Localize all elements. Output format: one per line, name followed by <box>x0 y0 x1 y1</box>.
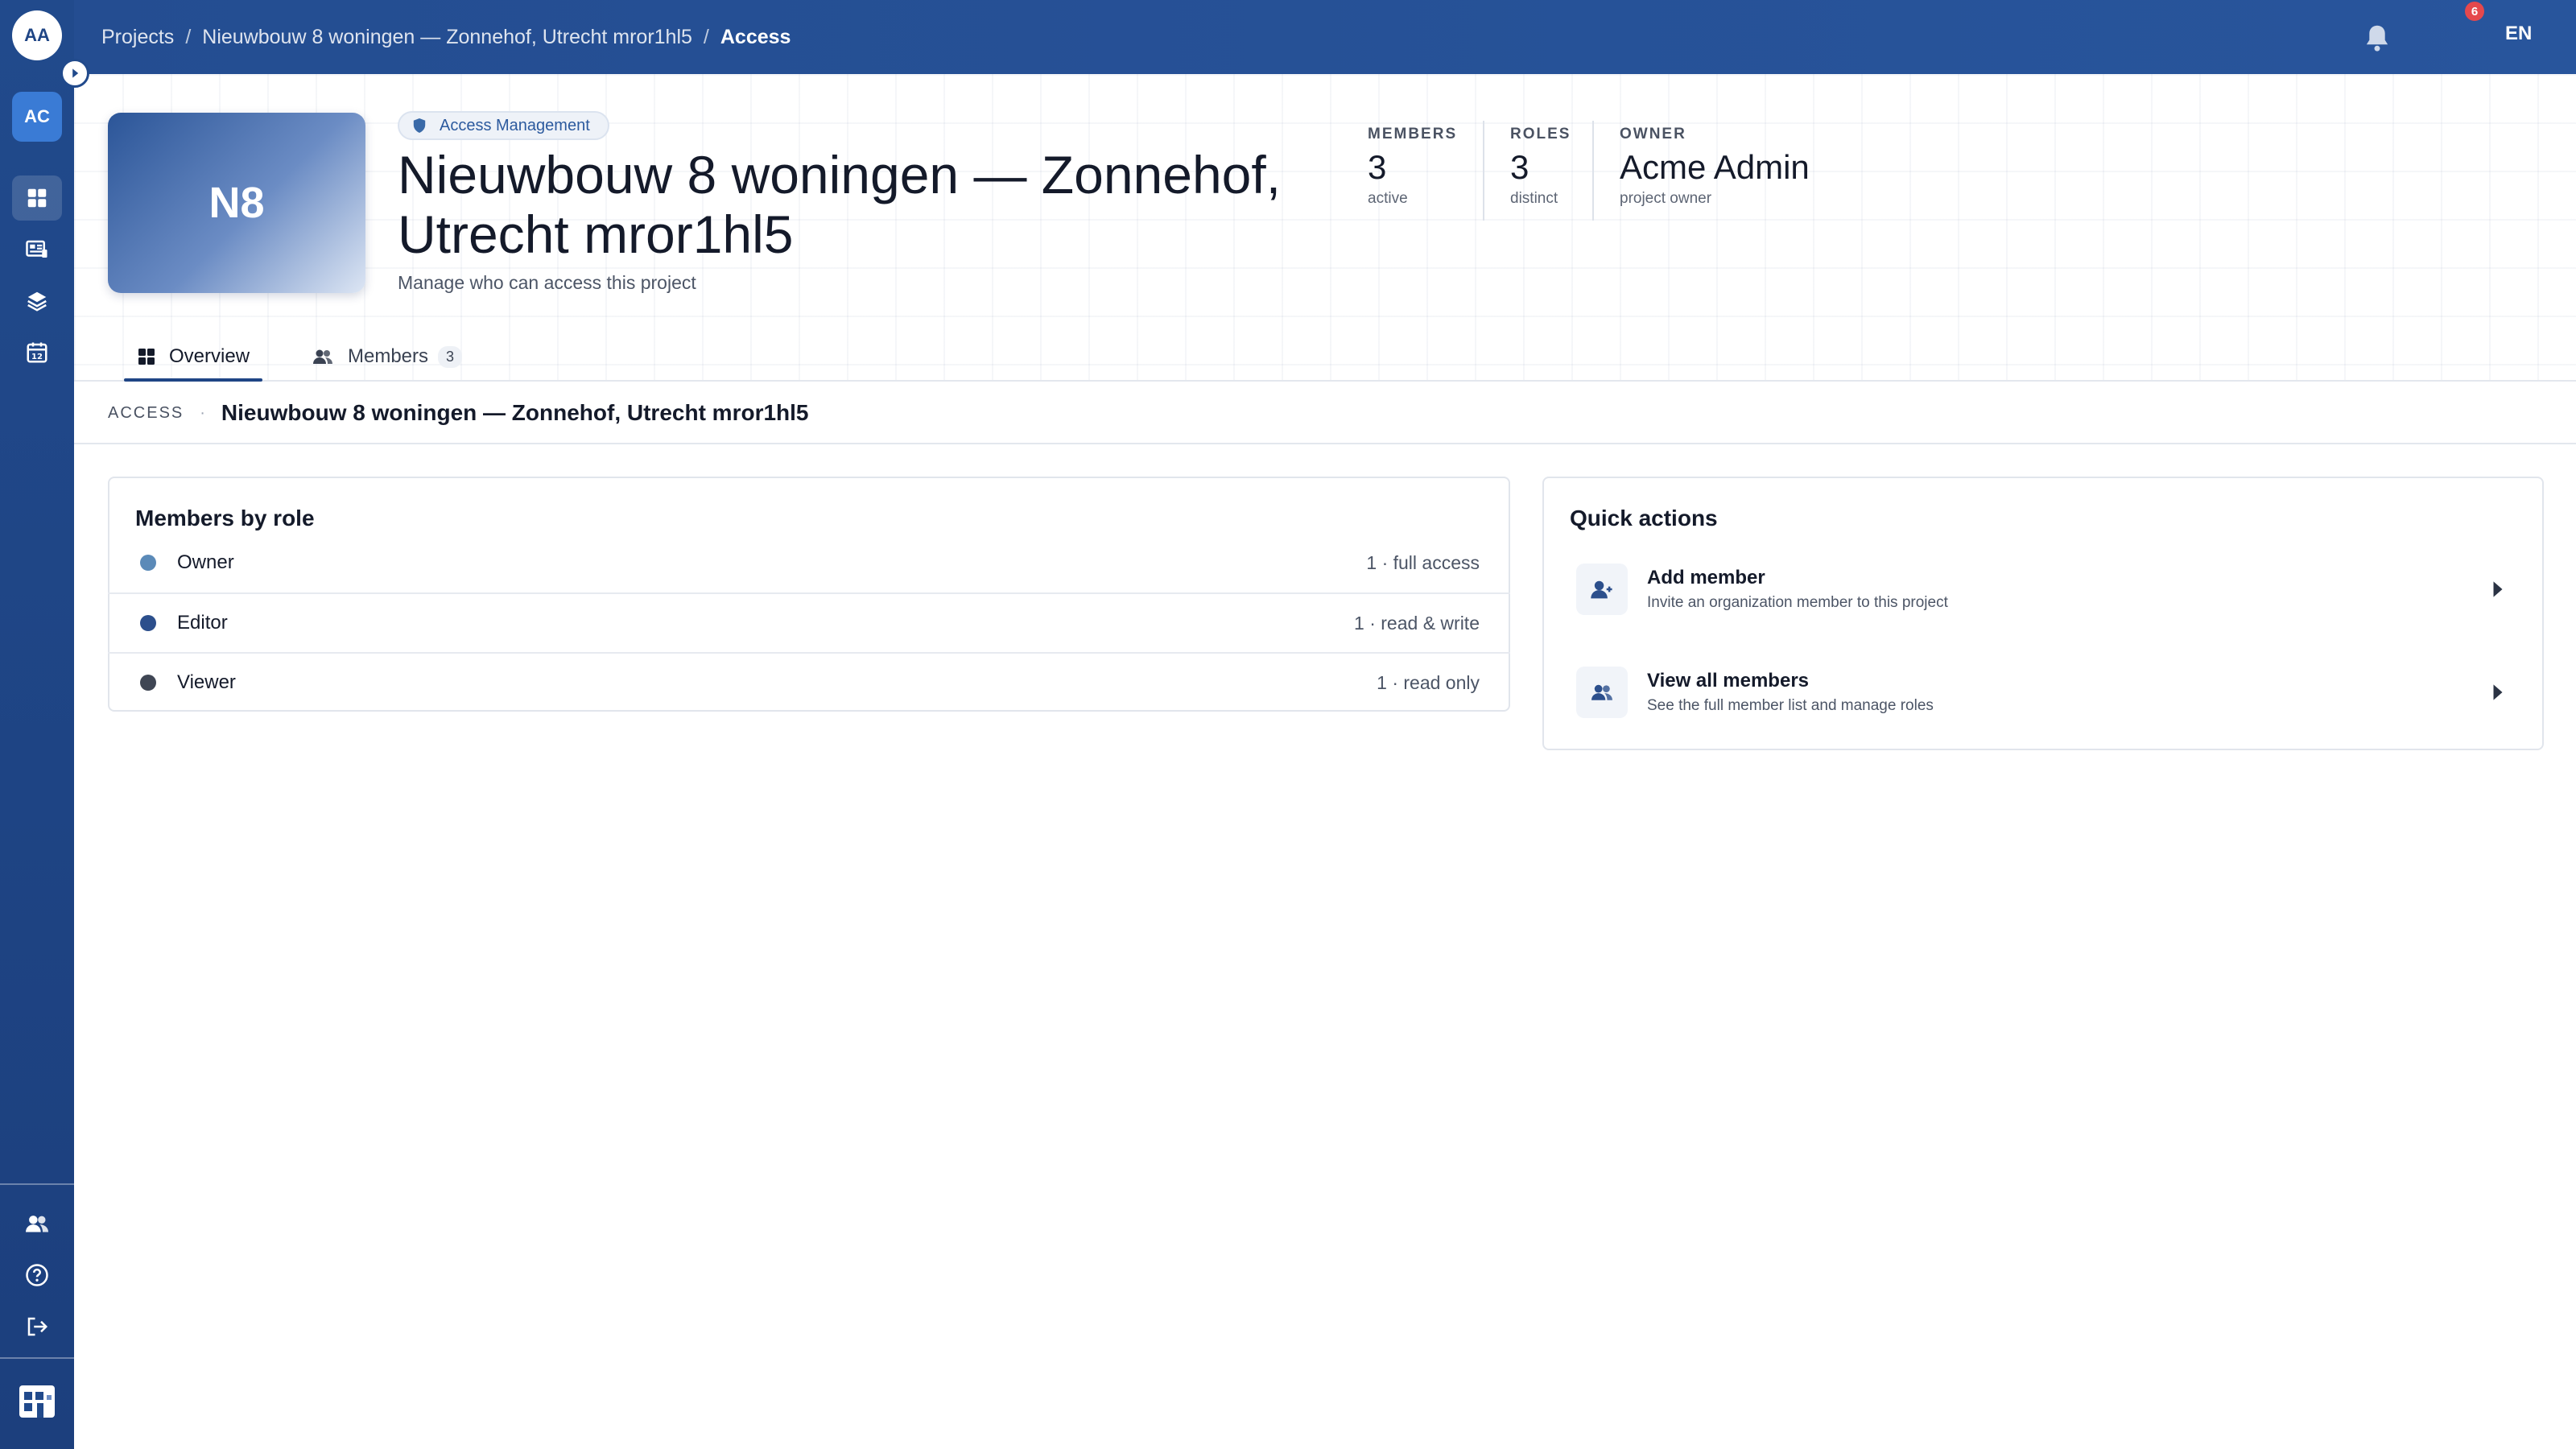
add-user-icon-wrap <box>1576 564 1628 615</box>
stat-sub: project owner <box>1620 190 1712 207</box>
chevron-right-icon <box>2486 577 2510 601</box>
page-title: Nieuwbouw 8 woningen — Zonnehof, Utrecht… <box>398 145 1282 264</box>
stat-value: 3 <box>1368 148 1387 186</box>
bell-icon <box>2366 25 2388 52</box>
logout-icon <box>27 1317 48 1336</box>
role-name: Editor <box>177 612 228 634</box>
stat-owner: OWNER Acme Admin project owner <box>1620 126 1810 208</box>
role-detail: 1 · read & write <box>1354 612 1480 634</box>
users-icon <box>1591 684 1612 700</box>
role-color-dot <box>140 675 156 691</box>
active-tab-indicator <box>124 378 262 382</box>
breadcrumb-separator: / <box>185 25 192 48</box>
stat-sub: active <box>1368 190 1408 207</box>
role-row-viewer: Viewer 1 · read only <box>108 652 1510 712</box>
tab-overview[interactable]: Overview <box>137 332 250 382</box>
chevron-right-icon <box>72 68 79 78</box>
user-avatar[interactable]: AA <box>12 10 62 60</box>
help-icon <box>26 1264 48 1286</box>
org-switcher[interactable]: AC <box>12 92 62 142</box>
shield-icon <box>413 118 426 133</box>
stat-label: MEMBERS <box>1368 126 1458 142</box>
building-logo-icon <box>19 1385 55 1418</box>
tab-label: Overview <box>169 345 250 367</box>
role-row-editor: Editor 1 · read & write <box>108 592 1510 652</box>
tab-members[interactable]: Members 3 <box>311 332 463 382</box>
breadcrumb-current: Access <box>720 25 791 48</box>
stat-divider <box>1483 121 1484 221</box>
role-name: Viewer <box>177 671 236 693</box>
access-label: ACCESS <box>108 403 184 422</box>
stat-divider <box>1592 121 1594 221</box>
app-logo <box>12 1377 62 1426</box>
stat-label: ROLES <box>1510 126 1571 142</box>
view-all-members-action[interactable]: View all members See the full member lis… <box>1576 660 2510 724</box>
stat-sub: distinct <box>1510 190 1558 207</box>
role-detail: 1 · full access <box>1366 551 1480 573</box>
news-icon <box>26 240 47 258</box>
tab-count-badge: 3 <box>438 345 463 368</box>
access-context-bar: ACCESS · Nieuwbouw 8 woningen — Zonnehof… <box>74 383 2576 444</box>
access-project-name: Nieuwbouw 8 woningen — Zonnehof, Utrecht… <box>221 400 809 425</box>
action-title: View all members <box>1647 670 1809 691</box>
action-title: Add member <box>1647 567 1765 588</box>
top-bar: Projects / Nieuwbouw 8 woningen — Zonneh… <box>74 0 2576 74</box>
quick-actions-card: Quick actions Add member Invite an organ… <box>1542 477 2544 750</box>
access-separator: · <box>200 403 205 422</box>
sidebar-item-calendar[interactable]: 12 <box>12 330 62 375</box>
sidebar-item-documents[interactable] <box>12 227 62 272</box>
stat-value: 3 <box>1510 148 1530 186</box>
members-by-role-rows: Owner 1 · full access Editor 1 · read & … <box>108 477 1510 712</box>
section-chip: Access Management <box>398 111 609 140</box>
role-row-owner: Owner 1 · full access <box>108 533 1510 592</box>
action-description: See the full member list and manage role… <box>1647 697 1934 714</box>
language-switcher[interactable]: EN <box>2505 23 2532 45</box>
breadcrumb-projects[interactable]: Projects <box>101 26 174 49</box>
role-name: Owner <box>177 551 234 573</box>
chevron-right-icon <box>2486 680 2510 704</box>
stat-roles: ROLES 3 distinct <box>1510 126 1571 208</box>
users-icon <box>26 1216 48 1232</box>
tab-label: Members <box>348 345 429 367</box>
users-icon <box>313 349 332 364</box>
notification-badge: 6 <box>2465 2 2484 21</box>
grid-icon <box>27 188 47 208</box>
stat-members: MEMBERS 3 active <box>1368 126 1457 208</box>
add-user-icon <box>1591 580 1612 599</box>
sidebar-collapse-toggle[interactable] <box>60 59 89 88</box>
chip-label: Access Management <box>440 116 590 134</box>
sidebar-item-logout[interactable] <box>12 1304 62 1349</box>
role-color-dot <box>140 555 156 571</box>
breadcrumb: Projects / Nieuwbouw 8 woningen — Zonneh… <box>101 0 791 74</box>
add-member-action[interactable]: Add member Invite an organization member… <box>1576 557 2510 621</box>
stat-label: OWNER <box>1620 126 1686 142</box>
card-title: Quick actions <box>1570 506 1718 530</box>
sidebar-divider <box>0 1183 74 1185</box>
breadcrumb-project[interactable]: Nieuwbouw 8 woningen — Zonnehof, Utrecht… <box>202 26 692 49</box>
stat-value: Acme Admin <box>1620 148 1810 186</box>
sidebar-divider <box>0 1357 74 1359</box>
page-subtitle: Manage who can access this project <box>398 272 696 293</box>
breadcrumb-separator: / <box>703 25 709 48</box>
notifications-button[interactable] <box>2357 18 2397 58</box>
users-icon-wrap <box>1576 667 1628 718</box>
calendar-icon: 12 <box>27 342 47 363</box>
role-color-dot <box>140 615 156 631</box>
tab-bar: Overview Members 3 <box>74 332 2576 382</box>
action-description: Invite an organization member to this pr… <box>1647 594 1948 611</box>
calendar-day: 12 <box>31 353 43 361</box>
sidebar-item-layers[interactable] <box>12 279 62 324</box>
sidebar-item-dashboard[interactable] <box>12 175 62 221</box>
layers-icon <box>27 291 47 312</box>
role-row-owner <box>109 1011 1509 1071</box>
project-tile: N8 <box>108 113 365 293</box>
theme-toggle[interactable] <box>2573 18 2576 58</box>
role-detail: 1 · read only <box>1377 671 1480 693</box>
sidebar-item-help[interactable] <box>12 1253 62 1298</box>
sidebar: AA AC 12 <box>0 0 74 1449</box>
sidebar-item-members[interactable] <box>12 1201 62 1246</box>
grid-icon <box>138 349 155 365</box>
